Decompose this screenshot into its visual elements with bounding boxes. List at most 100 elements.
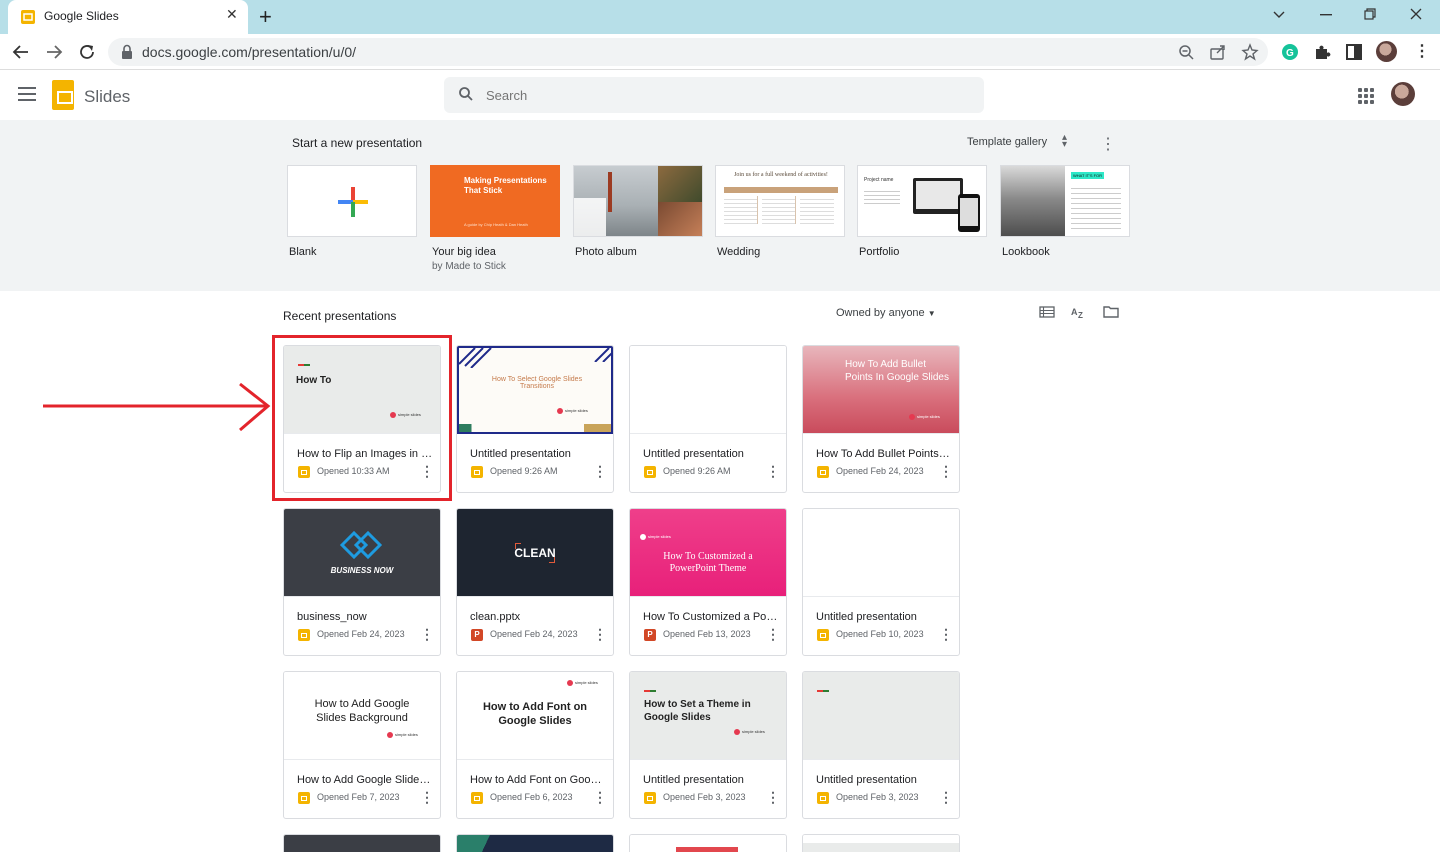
template-more-icon[interactable]: ⋮ (1100, 134, 1116, 154)
profile-avatar[interactable] (1376, 41, 1397, 62)
card-thumbnail: simple slides How To Customized a PowerP… (630, 509, 786, 597)
template-gallery-button[interactable]: Template gallery (967, 136, 1047, 148)
template-blank[interactable] (287, 165, 417, 237)
tab-search-icon[interactable] (1272, 10, 1286, 20)
folder-icon[interactable] (1103, 304, 1119, 320)
unfold-icon[interactable]: ▴ ▾ (1062, 133, 1067, 150)
presentation-card[interactable] (283, 834, 441, 852)
card-more-options-icon[interactable]: ⋮ (766, 626, 780, 643)
forward-icon[interactable] (45, 43, 63, 61)
presentation-card[interactable]: Untitled presentation Opened Feb 3, 2023… (802, 671, 960, 819)
card-more-options-icon[interactable]: ⋮ (939, 463, 953, 480)
template-lookbook[interactable]: WHAT IT'S FOR (1000, 165, 1130, 237)
template-your-big-idea[interactable]: Making Presentations That Stick A guide … (430, 165, 560, 237)
brand-logo-icon (909, 414, 915, 420)
search-box[interactable] (444, 77, 984, 113)
card-thumbnail: simple slides How to Add Font on Google … (457, 672, 613, 760)
browser-menu-icon[interactable]: ⋮ (1414, 41, 1430, 61)
lock-icon[interactable] (120, 44, 134, 60)
card-title: How to Add Google Slides Background (297, 774, 433, 786)
bookmark-star-icon[interactable] (1240, 42, 1260, 62)
search-input[interactable] (486, 85, 966, 105)
pointer-arrow-icon (43, 382, 271, 432)
presentation-card[interactable]: How to Set a Theme in Google Slides simp… (629, 671, 787, 819)
card-title: Untitled presentation (643, 448, 744, 460)
slides-logo-icon[interactable] (52, 80, 74, 110)
template-thumb-title: Making Presentations That Stick (464, 176, 547, 195)
template-label: Portfolio (859, 246, 900, 258)
business-now-logo-icon (339, 530, 383, 560)
google-apps-icon[interactable] (1358, 88, 1374, 104)
search-icon[interactable] (458, 86, 474, 102)
sort-az-icon[interactable]: AZ (1071, 304, 1087, 320)
bridge-tower (608, 172, 612, 212)
presentation-card[interactable] (629, 834, 787, 852)
powerpoint-file-icon: P (644, 629, 656, 641)
presentation-card[interactable]: Untitled presentation Opened 9:26 AM ⋮ (629, 345, 787, 493)
owner-filter-dropdown[interactable]: Owned by anyone ▼ (836, 307, 936, 319)
main-menu-icon[interactable] (18, 87, 36, 101)
presentation-card[interactable] (802, 834, 960, 852)
card-title: clean.pptx (470, 611, 521, 623)
accent-line-icon (817, 690, 829, 692)
presentation-card[interactable]: How to Add Google Slides Background simp… (283, 671, 441, 819)
account-avatar[interactable] (1391, 82, 1415, 106)
wedding-header-bar (724, 187, 838, 193)
card-title: How To Customized a PowerPoint Theme (643, 611, 779, 623)
slides-file-icon (817, 629, 829, 641)
card-more-options-icon[interactable]: ⋮ (420, 789, 434, 806)
card-thumb-text: How To Add Bullet Points In Google Slide… (845, 359, 949, 383)
card-title: business_now (297, 611, 367, 623)
card-more-options-icon[interactable]: ⋮ (939, 626, 953, 643)
card-more-options-icon[interactable]: ⋮ (593, 789, 607, 806)
card-more-options-icon[interactable]: ⋮ (593, 626, 607, 643)
lookbook-photo (1001, 166, 1065, 236)
template-thumb-title: WHAT IT'S FOR (1071, 172, 1105, 179)
card-thumbnail: How to Add Google Slides Background simp… (284, 672, 440, 760)
close-window-icon[interactable] (1410, 8, 1422, 20)
reload-icon[interactable] (78, 43, 96, 61)
app-name[interactable]: Slides (84, 87, 130, 107)
accent-line-icon (644, 690, 656, 692)
presentation-card[interactable] (456, 834, 614, 852)
diagonal-stripes-icon (459, 348, 492, 368)
presentation-card[interactable]: CLEAN clean.pptx P Opened Feb 24, 2023 ⋮ (456, 508, 614, 656)
share-icon[interactable] (1208, 42, 1228, 62)
template-portfolio[interactable]: Project name (857, 165, 987, 237)
card-opened-date: Opened Feb 6, 2023 (490, 792, 573, 802)
card-thumb-text: CLEAN (514, 546, 556, 560)
card-title: How to Add Font on Google Slides (470, 774, 606, 786)
browser-tab[interactable]: Google Slides ✕ (8, 0, 248, 34)
presentation-card[interactable]: How To Select Google Slides Transitions … (456, 345, 614, 493)
template-label: Your big idea (432, 246, 496, 258)
presentation-card[interactable]: simple slides How To Customized a PowerP… (629, 508, 787, 656)
plus-icon (338, 187, 368, 217)
card-more-options-icon[interactable]: ⋮ (420, 626, 434, 643)
template-wedding[interactable]: Join us for a full weekend of activities… (715, 165, 845, 237)
extensions-puzzle-icon[interactable] (1312, 42, 1332, 62)
grammarly-extension-icon[interactable]: G (1280, 42, 1300, 62)
card-more-options-icon[interactable]: ⋮ (766, 463, 780, 480)
list-view-icon[interactable] (1039, 304, 1055, 320)
side-panel-icon[interactable] (1344, 42, 1364, 62)
presentation-card[interactable]: simple slides How to Add Font on Google … (456, 671, 614, 819)
card-title: Untitled presentation (816, 774, 917, 786)
card-more-options-icon[interactable]: ⋮ (939, 789, 953, 806)
template-heading: Start a new presentation (292, 136, 423, 150)
template-label: Photo album (575, 246, 637, 258)
card-title: How To Add Bullet Points In Google Slide… (816, 448, 952, 460)
presentation-card[interactable]: How To Add Bullet Points In Google Slide… (802, 345, 960, 493)
card-more-options-icon[interactable]: ⋮ (766, 789, 780, 806)
address-bar[interactable]: docs.google.com/presentation/u/0/ (108, 38, 1268, 66)
presentation-card[interactable]: Untitled presentation Opened Feb 10, 202… (802, 508, 960, 656)
template-photo-album[interactable] (573, 165, 703, 237)
new-tab-icon[interactable]: + (259, 4, 272, 30)
restore-icon[interactable] (1364, 8, 1376, 20)
close-tab-icon[interactable]: ✕ (226, 6, 238, 23)
minimize-icon[interactable] (1320, 14, 1332, 16)
zoom-icon[interactable] (1176, 42, 1196, 62)
card-more-options-icon[interactable]: ⋮ (593, 463, 607, 480)
presentation-card[interactable]: BUSINESS NOW business_now Opened Feb 24,… (283, 508, 441, 656)
card-opened-date: Opened Feb 7, 2023 (317, 792, 400, 802)
back-icon[interactable] (12, 43, 30, 61)
